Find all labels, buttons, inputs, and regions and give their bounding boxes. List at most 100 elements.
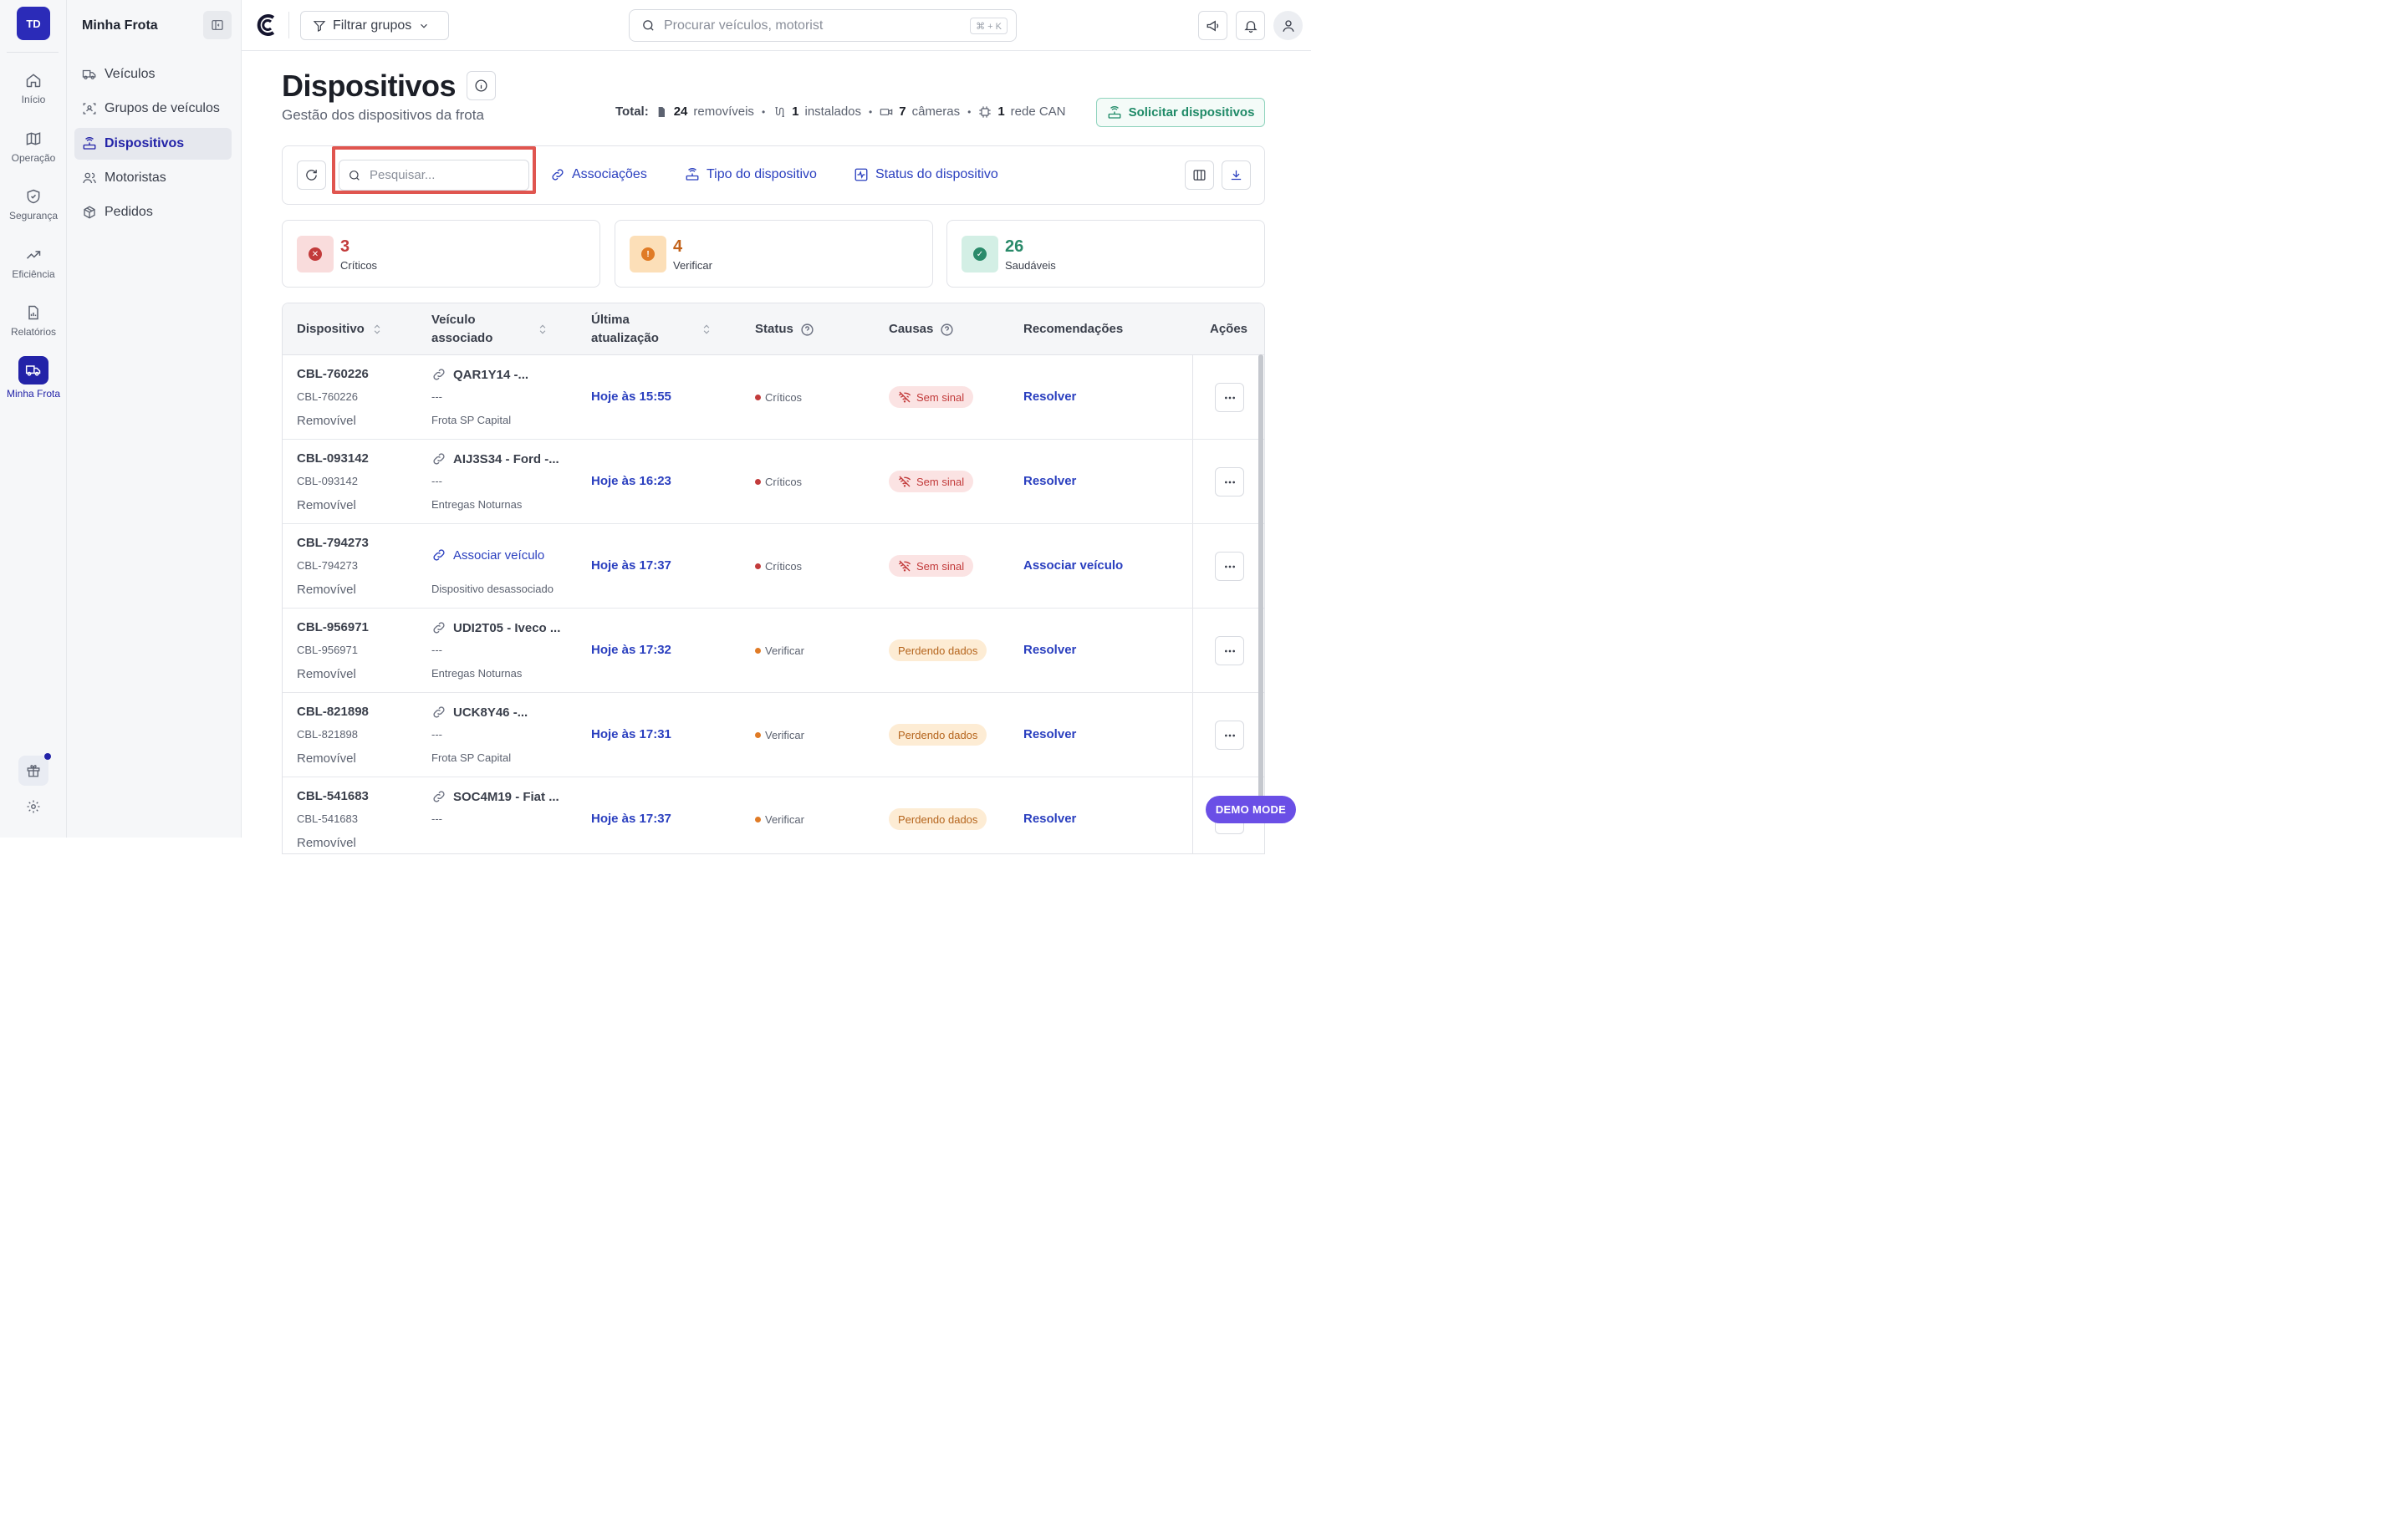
recommendation-link[interactable]: Resolver <box>1023 727 1076 741</box>
x-circle-icon: ✕ <box>309 247 322 261</box>
more-horizontal-icon <box>1224 481 1235 483</box>
rail-item-relatorios[interactable]: Relatórios <box>0 304 67 356</box>
rail-item-eficiencia[interactable]: Eficiência <box>0 247 67 298</box>
column-header-label: Status <box>755 322 793 336</box>
global-search-input[interactable]: Procurar veículos, motorist ⌘ + K <box>629 9 1017 42</box>
recommendation-link[interactable]: Resolver <box>1023 643 1076 657</box>
stat-critical-label: Críticos <box>340 259 378 272</box>
truck-icon <box>25 365 41 376</box>
rail-item-label: Minha Frota <box>6 388 61 400</box>
recommendation-link[interactable]: Associar veículo <box>1023 558 1123 573</box>
settings-button[interactable] <box>18 792 48 822</box>
device-type-filter-label: Tipo do dispositivo <box>707 167 817 181</box>
column-header-recommendations: Recomendações <box>1023 303 1123 355</box>
status-indicator: Verificar <box>755 729 804 741</box>
row-actions-button[interactable] <box>1215 636 1244 665</box>
vehicle-name: UCK8Y46 -... <box>453 705 528 720</box>
table-row[interactable]: CBL-541683 CBL-541683 Removível SOC4M19 … <box>283 777 1264 853</box>
rail-item-inicio[interactable]: Início <box>0 72 67 124</box>
megaphone-icon <box>1207 20 1218 31</box>
table-row[interactable]: CBL-794273 CBL-794273 Removível Associar… <box>283 524 1264 609</box>
sidebar-item-dispositivos[interactable]: Dispositivos <box>74 128 232 160</box>
stat-verify-label: Verificar <box>673 259 712 272</box>
more-horizontal-icon <box>1224 565 1235 568</box>
filter-groups-button[interactable]: Filtrar grupos <box>300 11 449 40</box>
request-devices-button[interactable]: Solicitar dispositivos <box>1096 98 1265 127</box>
status-indicator: Verificar <box>755 813 804 826</box>
associations-filter-button[interactable]: Associações <box>550 167 647 182</box>
last-update-link[interactable]: Hoje às 17:37 <box>591 812 671 826</box>
column-header-updated[interactable]: Última atualização <box>591 303 712 355</box>
sidebar-item-motoristas[interactable]: Motoristas <box>74 162 232 194</box>
status-indicator: Críticos <box>755 476 802 488</box>
scrollbar-thumb[interactable] <box>1258 354 1263 819</box>
last-update-link[interactable]: Hoje às 17:32 <box>591 643 671 657</box>
rail-divider <box>7 52 59 53</box>
status-label: Críticos <box>765 476 803 488</box>
recommendation-link[interactable]: Resolver <box>1023 390 1076 404</box>
recommendation-link[interactable]: Resolver <box>1023 474 1076 488</box>
gear-icon <box>27 800 40 813</box>
row-actions-button[interactable] <box>1215 552 1244 581</box>
last-update-link[interactable]: Hoje às 15:55 <box>591 390 671 404</box>
user-menu-button[interactable] <box>1273 11 1303 40</box>
report-icon <box>28 305 38 320</box>
column-header-device[interactable]: Dispositivo <box>297 303 383 355</box>
row-actions-button[interactable] <box>1215 721 1244 750</box>
rail-item-seguranca[interactable]: Segurança <box>0 188 67 240</box>
last-update-link[interactable]: Hoje às 16:23 <box>591 474 671 488</box>
column-header-actions: Ações <box>1210 303 1247 355</box>
download-button[interactable] <box>1222 160 1251 190</box>
table-scrollbar[interactable] <box>1258 354 1264 822</box>
device-type-filter-button[interactable]: Tipo do dispositivo <box>685 167 817 182</box>
row-actions-button[interactable] <box>1215 383 1244 412</box>
demo-mode-button[interactable]: DEMO MODE <box>1206 796 1296 823</box>
sidebar-collapse-button[interactable] <box>203 11 232 39</box>
user-avatar[interactable]: TD <box>17 7 50 40</box>
rail-item-operacao[interactable]: Operação <box>0 130 67 182</box>
column-header-label: Veículo associado <box>431 313 493 345</box>
sidebar-item-grupos[interactable]: Grupos de veículos <box>74 93 232 125</box>
vehicle-link[interactable]: QAR1Y14 -... <box>431 367 528 382</box>
stat-card-critical[interactable]: ✕ 3 Críticos <box>282 220 600 288</box>
device-status-filter-button[interactable]: Status do dispositivo <box>854 167 998 182</box>
cause-label: Sem sinal <box>916 559 965 573</box>
router-icon <box>83 137 96 150</box>
refresh-button[interactable] <box>297 160 326 190</box>
column-header-label: Ações <box>1210 322 1248 336</box>
vehicle-link[interactable]: SOC4M19 - Fiat ... <box>431 789 559 804</box>
vehicle-link[interactable]: UDI2T05 - Iveco ... <box>431 620 560 635</box>
table-row[interactable]: CBL-093142 CBL-093142 Removível AIJ3S34 … <box>283 440 1264 524</box>
help-circle-icon[interactable] <box>940 323 954 337</box>
sidebar-item-veiculos[interactable]: Veículos <box>74 59 232 90</box>
vehicle-link[interactable]: Associar veículo <box>431 547 544 563</box>
column-header-label: Dispositivo <box>297 322 365 336</box>
row-actions-button[interactable] <box>1215 467 1244 497</box>
column-header-causes: Causas <box>889 303 954 355</box>
table-row[interactable]: CBL-821898 CBL-821898 Removível UCK8Y46 … <box>283 693 1264 777</box>
help-circle-icon[interactable] <box>800 323 814 337</box>
status-label: Críticos <box>765 391 803 404</box>
last-update-link[interactable]: Hoje às 17:37 <box>591 558 671 573</box>
column-header-vehicle[interactable]: Veículo associado <box>431 303 548 355</box>
device-serial: CBL-760226 <box>297 390 358 403</box>
status-indicator: Críticos <box>755 391 802 404</box>
stat-card-verify[interactable]: ! 4 Verificar <box>615 220 933 288</box>
vehicle-link[interactable]: UCK8Y46 -... <box>431 705 528 720</box>
last-update-link[interactable]: Hoje às 17:31 <box>591 727 671 741</box>
columns-button[interactable] <box>1185 160 1214 190</box>
gift-button[interactable] <box>18 753 51 786</box>
search-icon <box>643 20 654 31</box>
page-info-button[interactable] <box>467 71 496 100</box>
table-row[interactable]: CBL-956971 CBL-956971 Removível UDI2T05 … <box>283 609 1264 693</box>
rail-item-minha-frota[interactable]: Minha Frota <box>0 356 67 408</box>
recommendation-link[interactable]: Resolver <box>1023 812 1076 826</box>
table-row[interactable]: CBL-760226 CBL-760226 Removível QAR1Y14 … <box>283 355 1264 440</box>
brand-logo-icon <box>257 14 275 36</box>
stat-card-healthy[interactable]: ✓ 26 Saudáveis <box>946 220 1265 288</box>
notifications-button[interactable] <box>1236 11 1265 40</box>
vehicle-link[interactable]: AIJ3S34 - Ford -... <box>431 451 559 466</box>
request-devices-label: Solicitar dispositivos <box>1128 105 1255 120</box>
sidebar-item-pedidos[interactable]: Pedidos <box>74 196 232 228</box>
announcements-button[interactable] <box>1198 11 1227 40</box>
